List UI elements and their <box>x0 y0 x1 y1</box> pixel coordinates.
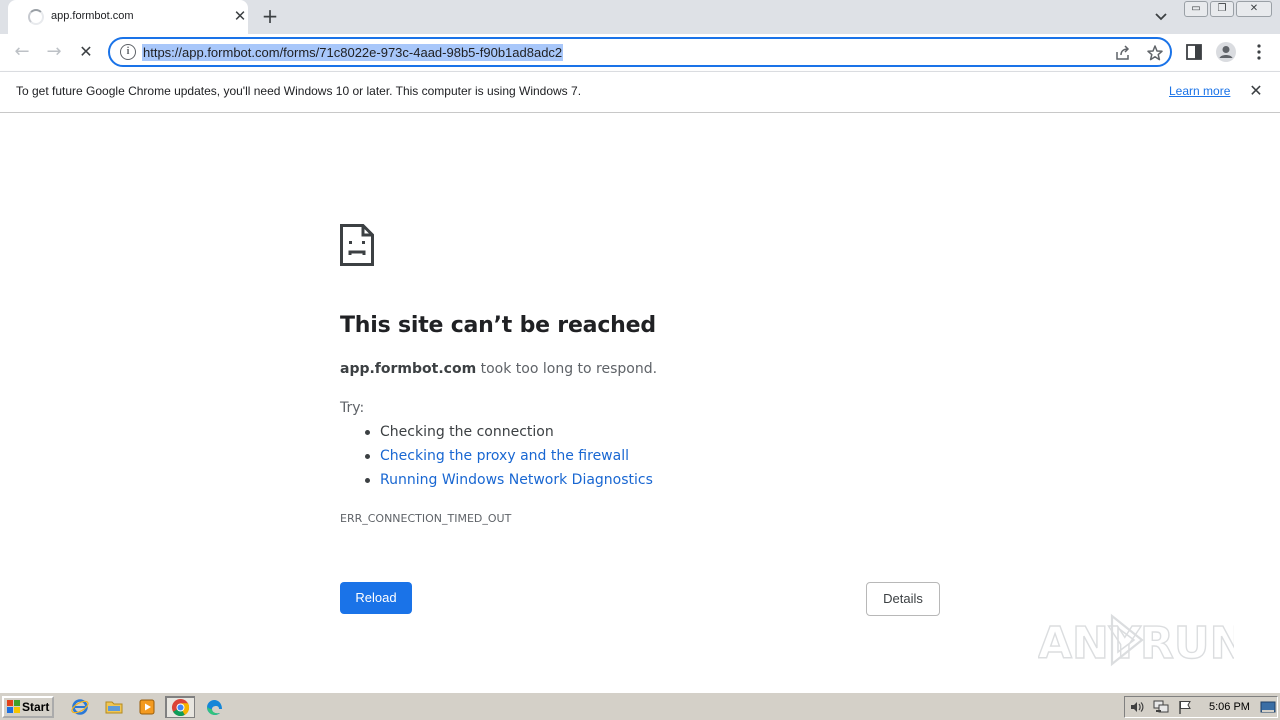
tab-strip: app.formbot.com ✕ + ▭ ❐ ✕ <box>0 0 1280 34</box>
browser-tab[interactable]: app.formbot.com ✕ <box>8 0 248 34</box>
error-code: ERR_CONNECTION_TIMED_OUT <box>340 512 512 525</box>
learn-more-link[interactable]: Learn more <box>1169 84 1230 98</box>
window-close-button[interactable]: ✕ <box>1236 1 1272 17</box>
restore-button[interactable]: ❐ <box>1210 1 1234 17</box>
tab-close-icon[interactable]: ✕ <box>232 8 248 24</box>
infobar-close-icon[interactable]: ✕ <box>1248 83 1264 99</box>
taskbar-clock[interactable]: 5:06 PM <box>1209 701 1250 713</box>
tab-search-chevron-icon[interactable] <box>1152 8 1170 26</box>
internet-explorer-icon[interactable] <box>70 697 90 717</box>
tab-title: app.formbot.com <box>51 10 134 22</box>
side-panel-icon[interactable] <box>1184 42 1204 62</box>
share-icon[interactable] <box>1114 44 1132 62</box>
forward-button[interactable]: → <box>43 41 65 63</box>
stop-loading-button[interactable]: ✕ <box>75 41 97 63</box>
volume-icon[interactable] <box>1129 699 1145 715</box>
bookmark-star-icon[interactable] <box>1146 44 1164 62</box>
profile-avatar-icon[interactable] <box>1215 41 1237 63</box>
system-tray: 5:06 PM <box>1124 696 1278 718</box>
browser-toolbar: ← → ✕ i https://app.formbot.com/forms/71… <box>0 34 1280 71</box>
reload-button[interactable]: Reload <box>340 582 412 614</box>
back-button[interactable]: ← <box>11 41 33 63</box>
error-host: app.formbot.com <box>340 361 477 377</box>
loading-spinner-icon <box>28 9 44 25</box>
error-description: app.formbot.com took too long to respond… <box>340 361 657 377</box>
anyrun-watermark-logo: ANY RUN <box>1038 613 1234 670</box>
update-infobar: To get future Google Chrome updates, you… <box>0 71 1280 113</box>
action-center-flag-icon[interactable] <box>1177 699 1193 715</box>
menu-kebab-icon[interactable] <box>1249 42 1269 62</box>
suggestion-list: Checking the connection Checking the pro… <box>365 424 653 496</box>
suggestion-network-diagnostics-link[interactable]: Running Windows Network Diagnostics <box>365 472 653 496</box>
details-button[interactable]: Details <box>866 582 940 616</box>
url-text[interactable]: https://app.formbot.com/forms/71c8022e-9… <box>142 44 564 61</box>
address-bar[interactable]: i https://app.formbot.com/forms/71c8022e… <box>108 37 1172 67</box>
try-label: Try: <box>340 400 365 416</box>
error-description-text: took too long to respond. <box>476 361 658 377</box>
windows-logo-icon <box>7 700 20 713</box>
media-player-icon[interactable] <box>137 697 157 717</box>
start-label: Start <box>22 700 50 714</box>
error-page: This site can’t be reached app.formbot.c… <box>0 113 1280 692</box>
suggestion-proxy-firewall-link[interactable]: Checking the proxy and the firewall <box>365 448 653 472</box>
sad-page-icon <box>340 224 374 266</box>
file-explorer-icon[interactable] <box>104 697 124 717</box>
edge-icon[interactable] <box>205 697 225 717</box>
suggestion-check-connection: Checking the connection <box>365 424 653 448</box>
new-tab-button[interactable]: + <box>260 6 280 26</box>
chrome-icon <box>171 698 190 717</box>
error-title: This site can’t be reached <box>340 313 656 338</box>
watermark-left-text: ANY <box>1038 618 1142 669</box>
network-icon[interactable] <box>1153 699 1169 715</box>
show-desktop-icon[interactable] <box>1260 699 1276 715</box>
start-button[interactable]: Start <box>2 696 54 718</box>
site-info-icon[interactable]: i <box>120 44 136 60</box>
minimize-button[interactable]: ▭ <box>1184 1 1208 17</box>
chrome-taskbar-button[interactable] <box>165 696 195 718</box>
watermark-right-text: RUN <box>1140 618 1234 669</box>
infobar-message: To get future Google Chrome updates, you… <box>16 84 582 98</box>
windows-taskbar: Start 5:06 PM <box>0 692 1280 720</box>
